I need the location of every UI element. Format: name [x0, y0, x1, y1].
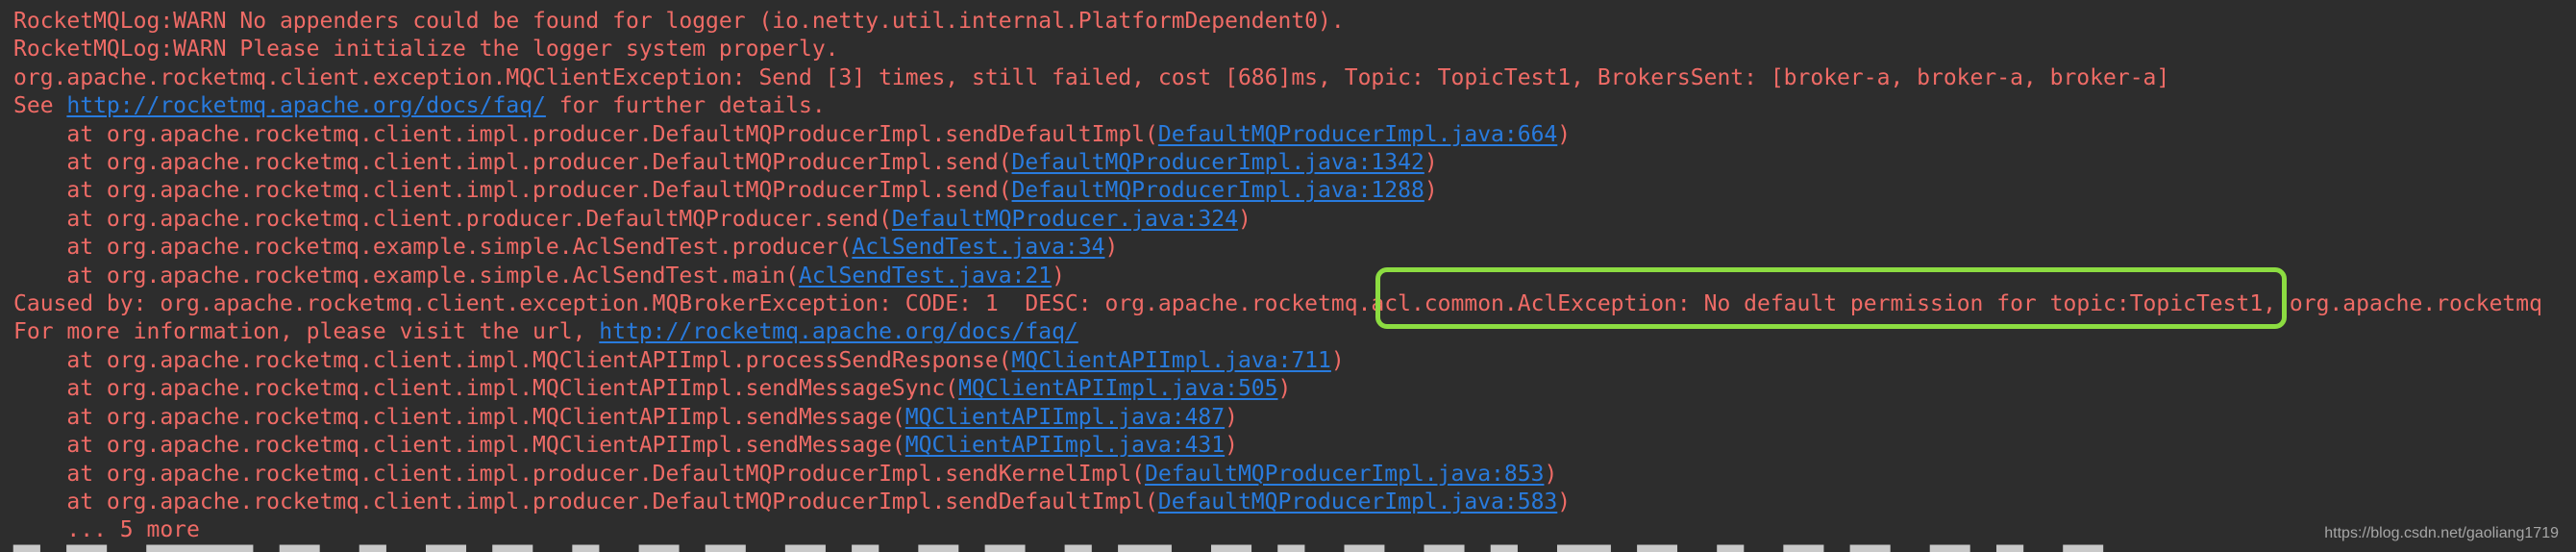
log-text: at org.apache.rocketmq.client.impl.produ… — [13, 150, 1012, 175]
console-line: at org.apache.rocketmq.client.impl.MQCli… — [13, 404, 2576, 432]
console-line: at org.apache.rocketmq.client.producer.D… — [13, 206, 2576, 234]
log-text: ) — [1238, 207, 1251, 232]
log-text: ) — [1225, 405, 1238, 430]
log-text: ) — [1557, 489, 1571, 514]
log-text: ) — [1104, 235, 1118, 260]
log-text: at org.apache.rocketmq.client.impl.MQCli… — [13, 376, 958, 401]
console-window: RocketMQLog:WARN No appenders could be f… — [0, 0, 2576, 552]
log-text: at org.apache.rocketmq.client.impl.produ… — [13, 122, 1158, 147]
console-line: at org.apache.rocketmq.client.impl.MQCli… — [13, 375, 2576, 403]
log-text: org.apache.rocketmq — [2276, 291, 2542, 316]
log-text: ) — [1424, 150, 1438, 175]
log-text: at org.apache.rocketmq.client.impl.produ… — [13, 178, 1012, 203]
console-line: Caused by: org.apache.rocketmq.client.ex… — [13, 290, 2576, 318]
console-line: at org.apache.rocketmq.client.impl.produ… — [13, 149, 2576, 177]
source-location-link[interactable]: AclSendTest.java:34 — [852, 235, 1104, 260]
console-output: RocketMQLog:WARN No appenders could be f… — [0, 0, 2576, 552]
console-line: org.apache.rocketmq.client.exception.MQC… — [13, 64, 2576, 92]
log-text: RocketMQLog:WARN Please initialize the l… — [13, 37, 839, 62]
log-text: at org.apache.rocketmq.client.impl.produ… — [13, 462, 1145, 487]
log-text: For more information, please visit the u… — [13, 319, 599, 344]
console-line: at org.apache.rocketmq.client.impl.produ… — [13, 177, 2576, 205]
console-line: See http://rocketmq.apache.org/docs/faq/… — [13, 92, 2576, 120]
source-location-link[interactable]: MQClientAPIImpl.java:431 — [905, 433, 1225, 458]
console-line: RocketMQLog:WARN No appenders could be f… — [13, 8, 2576, 36]
log-text: ) — [1278, 376, 1292, 401]
source-location-link[interactable]: DefaultMQProducerImpl.java:664 — [1158, 122, 1557, 147]
clipped-bottom-text: ██ ███ ████████ ███ ██ ███ ███ ██ ███ ██… — [13, 546, 2103, 552]
console-line: For more information, please visit the u… — [13, 318, 2576, 346]
log-text: RocketMQLog:WARN No appenders could be f… — [13, 9, 1345, 34]
log-text: at org.apache.rocketmq.client.producer.D… — [13, 207, 892, 232]
source-location-link[interactable]: DefaultMQProducerImpl.java:853 — [1145, 462, 1544, 487]
log-text: at org.apache.rocketmq.example.simple.Ac… — [13, 263, 799, 289]
console-line: at org.apache.rocketmq.client.impl.MQCli… — [13, 347, 2576, 375]
console-line: at org.apache.rocketmq.example.simple.Ac… — [13, 263, 2576, 290]
highlighted-error-text: cl.common.AclException: No default permi… — [1384, 291, 2276, 316]
console-line: at org.apache.rocketmq.client.impl.produ… — [13, 121, 2576, 149]
console-line: at org.apache.rocketmq.example.simple.Ac… — [13, 234, 2576, 262]
console-line: at org.apache.rocketmq.client.impl.produ… — [13, 489, 2576, 516]
log-text: See — [13, 93, 66, 118]
source-location-link[interactable]: http://rocketmq.apache.org/docs/faq/ — [599, 319, 1078, 344]
source-location-link[interactable]: DefaultMQProducer.java:324 — [892, 207, 1238, 232]
log-text: ) — [1052, 263, 1065, 289]
log-text: ) — [1544, 462, 1557, 487]
watermark-url: https://blog.csdn.net/gaoliang1719 — [2324, 525, 2559, 542]
source-location-link[interactable]: http://rocketmq.apache.org/docs/faq/ — [66, 93, 546, 118]
log-text: ) — [1424, 178, 1438, 203]
log-text: at org.apache.rocketmq.client.impl.MQCli… — [13, 348, 1012, 373]
log-text: at org.apache.rocketmq.client.impl.produ… — [13, 489, 1158, 514]
source-location-link[interactable]: DefaultMQProducerImpl.java:1342 — [1012, 150, 1424, 175]
source-location-link[interactable]: MQClientAPIImpl.java:505 — [958, 376, 1277, 401]
source-location-link[interactable]: DefaultMQProducerImpl.java:583 — [1158, 489, 1557, 514]
log-text: ... 5 more — [13, 517, 200, 542]
console-line: at org.apache.rocketmq.client.impl.produ… — [13, 461, 2576, 489]
log-text: ) — [1225, 433, 1238, 458]
source-location-link[interactable]: DefaultMQProducerImpl.java:1288 — [1012, 178, 1424, 203]
source-location-link[interactable]: MQClientAPIImpl.java:487 — [905, 405, 1225, 430]
console-line: at org.apache.rocketmq.client.impl.MQCli… — [13, 432, 2576, 460]
log-text: org.apache.rocketmq.client.exception.MQC… — [13, 65, 2169, 90]
log-text: at org.apache.rocketmq.client.impl.MQCli… — [13, 405, 905, 430]
console-line: ... 5 more — [13, 516, 2576, 544]
log-text: for further details. — [546, 93, 826, 118]
log-text: at org.apache.rocketmq.client.impl.MQCli… — [13, 433, 905, 458]
console-line: ██ ███ ████████ ███ ██ ███ ███ ██ ███ ██… — [13, 545, 2576, 552]
source-location-link[interactable]: MQClientAPIImpl.java:711 — [1012, 348, 1331, 373]
source-location-link[interactable]: AclSendTest.java:21 — [799, 263, 1052, 289]
log-text: ) — [1557, 122, 1571, 147]
log-text: ) — [1331, 348, 1345, 373]
log-text: Caused by: org.apache.rocketmq.client.ex… — [13, 291, 1384, 316]
log-text: at org.apache.rocketmq.example.simple.Ac… — [13, 235, 852, 260]
console-line: RocketMQLog:WARN Please initialize the l… — [13, 36, 2576, 63]
